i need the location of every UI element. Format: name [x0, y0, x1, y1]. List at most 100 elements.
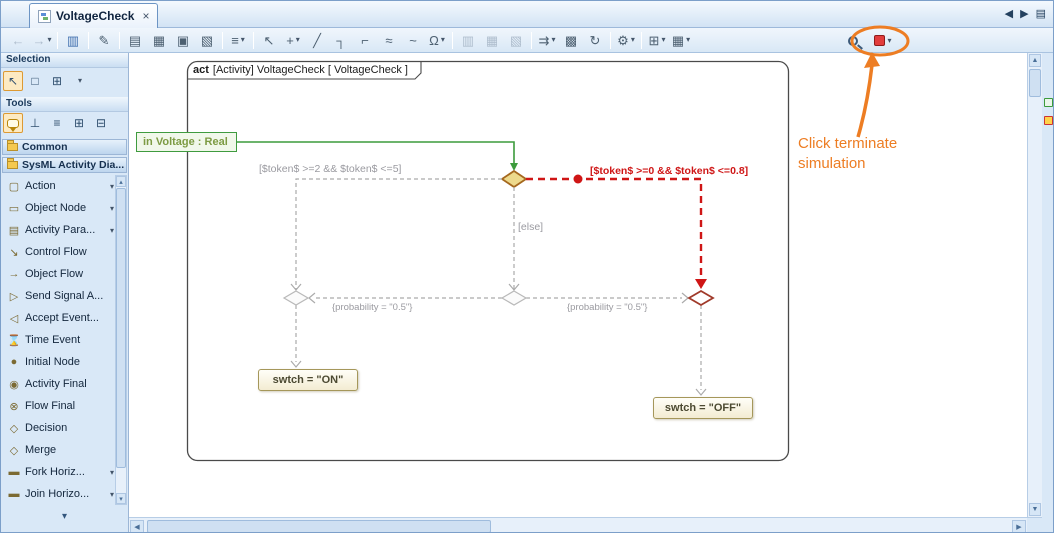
- structure-tool[interactable]: ≡: [47, 113, 67, 133]
- previous-diagram-button[interactable]: ◀: [1005, 7, 1013, 21]
- nav-forward-button[interactable]: → ▾: [30, 30, 54, 51]
- zoom-tool[interactable]: ⊟: [91, 113, 111, 133]
- select-path-button[interactable]: ↖: [257, 30, 281, 51]
- merge-node-left[interactable]: [282, 290, 310, 306]
- nav-back-button[interactable]: ←: [6, 30, 30, 51]
- action-switch-off[interactable]: swtch = "OFF": [653, 397, 753, 419]
- merge-node-right-active[interactable]: [687, 289, 715, 307]
- palette-item-join-horizontal[interactable]: ▬ Join Horizo... ▾: [2, 483, 116, 505]
- selection-more-dropdown[interactable]: ▾: [69, 71, 89, 91]
- same-size-button[interactable]: ▧: [504, 30, 528, 51]
- diagram-list-button[interactable]: ▤: [1036, 7, 1046, 21]
- edit-properties-button[interactable]: ✎: [92, 30, 116, 51]
- chevron-down-icon[interactable]: ▾: [686, 36, 690, 44]
- marquee-select-tool[interactable]: □: [25, 71, 45, 91]
- scroll-down-button[interactable]: ▾: [116, 493, 126, 504]
- clipboard-button[interactable]: ▦: [147, 30, 171, 51]
- palette-item-object-flow[interactable]: → Object Flow: [2, 263, 116, 285]
- group-select-tool[interactable]: ⊞: [47, 71, 67, 91]
- diagram-options-button[interactable]: ⚙ ▾: [614, 30, 638, 51]
- chevron-down-icon[interactable]: ▾: [110, 182, 114, 191]
- vertical-scrollbar[interactable]: ▲ ▼: [1027, 53, 1042, 517]
- scroll-left-button[interactable]: ◀: [130, 520, 144, 532]
- palette-item-decision[interactable]: ◇ Decision: [2, 417, 116, 439]
- dependencies-button[interactable]: ⇉ ▾: [535, 30, 559, 51]
- horizontal-scrollbar[interactable]: ◀ ▶: [129, 517, 1027, 532]
- chevron-down-icon[interactable]: ▾: [441, 36, 445, 44]
- left-guard-edge[interactable]: [295, 178, 502, 289]
- chevron-down-icon[interactable]: ▾: [296, 36, 300, 44]
- align-shapes-button[interactable]: ▥: [456, 30, 480, 51]
- grid-options-button[interactable]: ⊞ ▾: [645, 30, 669, 51]
- marker-green[interactable]: [1044, 98, 1053, 107]
- scroll-up-button[interactable]: ▴: [116, 176, 126, 187]
- palette-item-object-node[interactable]: ▭ Object Node ▾: [2, 197, 116, 219]
- note-tool[interactable]: [3, 113, 23, 133]
- palette-expander-chevron[interactable]: ▾: [62, 511, 67, 522]
- line-rectilinear-button[interactable]: ┐: [329, 30, 353, 51]
- tab-voltagecheck[interactable]: VoltageCheck ×: [29, 3, 159, 28]
- line-zigzag-button[interactable]: ~: [401, 30, 425, 51]
- line-rounded-button[interactable]: ⌐: [353, 30, 377, 51]
- related-elements-button[interactable]: ≡ ▾: [226, 30, 250, 51]
- palette-item-flow-final[interactable]: ⊗ Flow Final: [2, 395, 116, 417]
- palette-item-activity-parameter[interactable]: ▤ Activity Para... ▾: [2, 219, 116, 241]
- scroll-right-button[interactable]: ▶: [1012, 520, 1026, 532]
- activity-parameter-node[interactable]: in Voltage : Real: [136, 132, 237, 152]
- line-jumps-button[interactable]: Ω ▾: [425, 30, 449, 51]
- palette-item-initial-node[interactable]: ● Initial Node: [2, 351, 116, 373]
- palette-scrollbar[interactable]: ▴ ▾: [115, 175, 127, 505]
- scroll-down-button[interactable]: ▼: [1029, 503, 1041, 516]
- chevron-down-icon[interactable]: ▾: [110, 468, 114, 477]
- copy-button[interactable]: ▣: [171, 30, 195, 51]
- terminate-simulation-button[interactable]: ▾: [871, 30, 895, 51]
- chevron-down-icon[interactable]: ▾: [110, 226, 114, 235]
- scroll-up-button[interactable]: ▲: [1029, 54, 1041, 67]
- refresh-button[interactable]: ↻: [583, 30, 607, 51]
- chevron-down-icon[interactable]: ▾: [551, 36, 555, 44]
- chevron-down-icon[interactable]: ▾: [47, 36, 51, 44]
- anchor-tool[interactable]: ⊥: [25, 113, 45, 133]
- distribute-shapes-button[interactable]: ▦: [480, 30, 504, 51]
- paste-button[interactable]: ▧: [195, 30, 219, 51]
- close-icon[interactable]: ×: [142, 9, 149, 23]
- scrollbar-thumb[interactable]: [1029, 69, 1041, 97]
- chevron-down-icon[interactable]: ▾: [110, 490, 114, 499]
- palette-item-merge[interactable]: ◇ Merge: [2, 439, 116, 461]
- palette-item-activity-final[interactable]: ◉ Activity Final: [2, 373, 116, 395]
- palette-item-action[interactable]: ▢ Action ▾: [2, 175, 116, 197]
- search-button[interactable]: [841, 30, 865, 51]
- chevron-down-icon[interactable]: ▾: [631, 36, 635, 44]
- line-diagonal-button[interactable]: ╱: [305, 30, 329, 51]
- legend-tool[interactable]: ⊞: [69, 113, 89, 133]
- diagram-canvas[interactable]: act [Activity] VoltageCheck [ VoltageChe…: [129, 53, 1027, 517]
- action-switch-on[interactable]: swtch = "ON": [258, 369, 358, 391]
- chevron-down-icon[interactable]: ▾: [887, 36, 891, 45]
- decision-node-probability[interactable]: [500, 290, 528, 306]
- scrollbar-thumb[interactable]: [116, 188, 126, 468]
- palette-item-send-signal[interactable]: ▷ Send Signal A...: [2, 285, 116, 307]
- decision-node-main[interactable]: [500, 169, 528, 189]
- chevron-down-icon[interactable]: ▾: [661, 36, 665, 44]
- copy-as-image-button[interactable]: ▩: [559, 30, 583, 51]
- chevron-down-icon[interactable]: ▾: [110, 204, 114, 213]
- palette-item-fork-horizontal[interactable]: ▬ Fork Horiz... ▾: [2, 461, 116, 483]
- palette-item-accept-event[interactable]: ◁ Accept Event...: [2, 307, 116, 329]
- marker-warning[interactable]: [1044, 116, 1053, 125]
- select-tool[interactable]: ↖: [3, 71, 23, 91]
- open-diagram-windows-button[interactable]: ▥: [61, 30, 85, 51]
- common-section-bar[interactable]: Common: [2, 139, 127, 155]
- print-button[interactable]: ▤: [123, 30, 147, 51]
- add-shape-button[interactable]: + ▾: [281, 30, 305, 51]
- table-view-button[interactable]: ▦ ▾: [669, 30, 693, 51]
- palette-item-time-event[interactable]: ⌛ Time Event: [2, 329, 116, 351]
- annotation-text-line1: Click terminate: [798, 135, 898, 152]
- input-flow-edge[interactable]: [237, 141, 515, 163]
- next-diagram-button[interactable]: ▶: [1020, 7, 1028, 21]
- line-curved-button[interactable]: ≈: [377, 30, 401, 51]
- sysml-activity-section-bar[interactable]: SysML Activity Dia...: [2, 157, 127, 173]
- scrollbar-thumb[interactable]: [147, 520, 491, 532]
- active-token-path[interactable]: [526, 177, 703, 280]
- chevron-down-icon[interactable]: ▾: [241, 36, 245, 44]
- palette-item-control-flow[interactable]: ↘ Control Flow: [2, 241, 116, 263]
